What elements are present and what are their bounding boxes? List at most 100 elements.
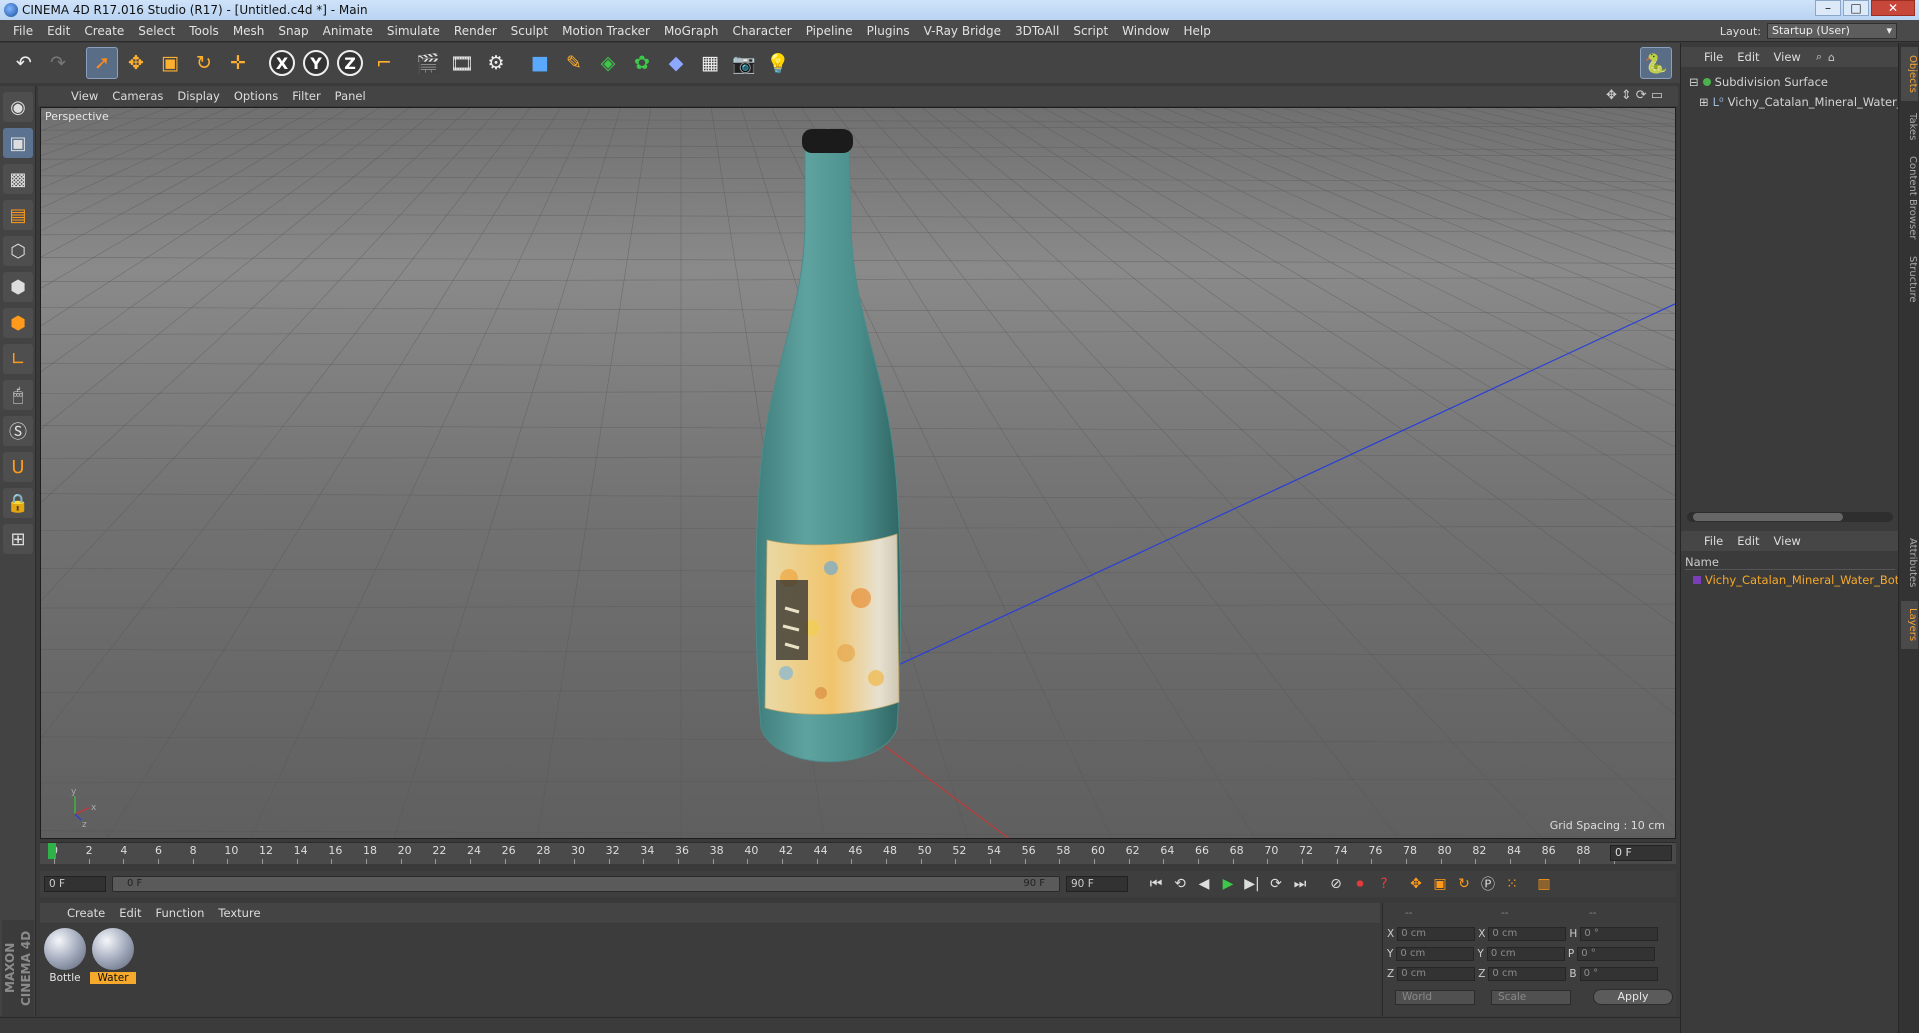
- light-icon[interactable]: 💡: [762, 47, 794, 79]
- autokey-icon[interactable]: ?: [1372, 873, 1396, 895]
- position-z-field[interactable]: 0 cm: [1397, 967, 1476, 981]
- python-icon[interactable]: 🐍: [1640, 47, 1672, 79]
- menu-edit[interactable]: Edit: [40, 20, 77, 42]
- key-scale-icon[interactable]: ▣: [1428, 873, 1452, 895]
- viewport-menu-options[interactable]: Options: [227, 89, 285, 103]
- search-icon[interactable]: ⌕: [1816, 50, 1822, 64]
- menu-script[interactable]: Script: [1066, 20, 1115, 42]
- tab-attributes[interactable]: Attributes: [1901, 531, 1918, 595]
- x-axis-lock-icon[interactable]: X: [266, 47, 298, 79]
- viewport-menu-panel[interactable]: Panel: [328, 89, 373, 103]
- expand-icon[interactable]: ⊟: [1689, 75, 1699, 89]
- coordinate-system-icon[interactable]: ⌐: [368, 47, 400, 79]
- close-button[interactable]: ✕: [1871, 0, 1915, 16]
- material-swatch[interactable]: Bottle: [42, 928, 88, 986]
- tab-structure[interactable]: Structure: [1901, 249, 1918, 309]
- menu-sculpt[interactable]: Sculpt: [504, 20, 555, 42]
- size-x-field[interactable]: 0 cm: [1488, 927, 1567, 941]
- object-item[interactable]: ⊞ L⁰ Vichy_Catalan_Mineral_Water_Bo: [1699, 95, 1917, 109]
- menu-motion-tracker[interactable]: Motion Tracker: [555, 20, 657, 42]
- tweak-mode-icon[interactable]: 🖱: [3, 380, 33, 410]
- object-menu-view[interactable]: View: [1767, 50, 1808, 64]
- rotate-tool-icon[interactable]: ↻: [188, 47, 220, 79]
- size-z-field[interactable]: 0 cm: [1488, 967, 1567, 981]
- goto-start-icon[interactable]: ⏮: [1144, 873, 1168, 895]
- end-frame-field[interactable]: 90 F: [1066, 876, 1128, 892]
- recent-tool-icon[interactable]: ✛: [222, 47, 254, 79]
- maximize-button[interactable]: □: [1843, 0, 1869, 16]
- menu-mograph[interactable]: MoGraph: [657, 20, 726, 42]
- object-manager-scrollbar[interactable]: [1687, 512, 1893, 522]
- viewport-menu-display[interactable]: Display: [170, 89, 226, 103]
- texture-mode-icon[interactable]: ▩: [3, 164, 33, 194]
- planar-workplane-icon[interactable]: ⊞: [3, 524, 33, 554]
- timeline-ruler[interactable]: 0246810121416182022242628303234363840424…: [40, 842, 1676, 864]
- floor-scene-icon[interactable]: ▦: [694, 47, 726, 79]
- key-pla-icon[interactable]: ⁙: [1500, 873, 1524, 895]
- material-menu-function[interactable]: Function: [149, 906, 212, 920]
- material-menu-create[interactable]: Create: [60, 906, 112, 920]
- lock-workplane-icon[interactable]: 🔒: [3, 488, 33, 518]
- rotation-b-field[interactable]: 0 °: [1579, 967, 1658, 981]
- expand-icon[interactable]: ⊞: [1699, 95, 1709, 109]
- redo-icon[interactable]: ↷: [42, 47, 74, 79]
- record-icon[interactable]: ⏺: [1348, 873, 1372, 895]
- next-frame-icon[interactable]: ▶|: [1240, 873, 1264, 895]
- model-mode-icon[interactable]: ▣: [3, 128, 33, 158]
- cube-primitive-icon[interactable]: ■: [524, 47, 556, 79]
- minimize-button[interactable]: –: [1815, 0, 1841, 16]
- play-icon[interactable]: ▶: [1216, 873, 1240, 895]
- make-editable-icon[interactable]: ◉: [3, 92, 33, 122]
- menu-3dtoall[interactable]: 3DToAll: [1008, 20, 1066, 42]
- tab-content-browser[interactable]: Content Browser: [1901, 153, 1918, 243]
- material-menu-texture[interactable]: Texture: [211, 906, 267, 920]
- menu-window[interactable]: Window: [1115, 20, 1176, 42]
- menu-help[interactable]: Help: [1176, 20, 1217, 42]
- home-icon[interactable]: ⌂: [1828, 51, 1835, 64]
- next-key-icon[interactable]: ⟳: [1264, 873, 1288, 895]
- menu-create[interactable]: Create: [77, 20, 131, 42]
- current-frame-field[interactable]: 0 F: [1610, 845, 1672, 861]
- layer-menu-edit[interactable]: Edit: [1730, 534, 1766, 548]
- object-menu-file[interactable]: File: [1697, 50, 1730, 64]
- menu-select[interactable]: Select: [131, 20, 182, 42]
- move-tool-icon[interactable]: ✥: [120, 47, 152, 79]
- menu-simulate[interactable]: Simulate: [380, 20, 447, 42]
- menu-pipeline[interactable]: Pipeline: [799, 20, 860, 42]
- size-y-field[interactable]: 0 cm: [1486, 947, 1565, 961]
- rotation-h-field[interactable]: 0 °: [1580, 927, 1659, 941]
- start-frame-field[interactable]: 0 F: [44, 876, 106, 892]
- edge-mode-icon[interactable]: ⬢: [3, 272, 33, 302]
- undo-icon[interactable]: ↶: [8, 47, 40, 79]
- material-swatch[interactable]: Water: [90, 928, 136, 986]
- prev-key-icon[interactable]: ⟲: [1168, 873, 1192, 895]
- perspective-viewport[interactable]: y x z Perspective Grid Spacing : 10 cm: [40, 107, 1676, 839]
- position-x-field[interactable]: 0 cm: [1397, 927, 1476, 941]
- menu-tools[interactable]: Tools: [182, 20, 226, 42]
- key-rotation-icon[interactable]: ↻: [1452, 873, 1476, 895]
- object-item[interactable]: ⊟ Subdivision Surface: [1689, 75, 1828, 89]
- scale-tool-icon[interactable]: ▣: [154, 47, 186, 79]
- frame-range-slider[interactable]: 0 F 90 F: [112, 876, 1060, 892]
- layer-menu-view[interactable]: View: [1767, 534, 1808, 548]
- polygon-mode-icon[interactable]: ⬢: [3, 308, 33, 338]
- coordinate-space-dropdown[interactable]: World: [1395, 990, 1475, 1005]
- scrollbar-thumb[interactable]: [1693, 513, 1843, 521]
- render-settings-icon[interactable]: ⚙: [480, 47, 512, 79]
- layer-item[interactable]: Vichy_Catalan_Mineral_Water_Bot: [1693, 573, 1899, 587]
- rotation-p-field[interactable]: 0 °: [1577, 947, 1656, 961]
- tab-layers[interactable]: Layers: [1901, 601, 1918, 649]
- viewport-menu-filter[interactable]: Filter: [285, 89, 327, 103]
- timeline-window-icon[interactable]: ▥: [1532, 873, 1556, 895]
- magnet-icon[interactable]: U: [3, 452, 33, 482]
- snap-icon[interactable]: Ⓢ: [3, 416, 33, 446]
- z-axis-lock-icon[interactable]: Z: [334, 47, 366, 79]
- object-menu-edit[interactable]: Edit: [1730, 50, 1766, 64]
- render-view-icon[interactable]: 🎬: [412, 47, 444, 79]
- pan-icon[interactable]: ✥: [1606, 88, 1617, 103]
- point-mode-icon[interactable]: ⬡: [3, 236, 33, 266]
- goto-end-icon[interactable]: ⏭: [1288, 873, 1312, 895]
- menu-vray-bridge[interactable]: V-Ray Bridge: [917, 20, 1008, 42]
- key-parameter-icon[interactable]: Ⓟ: [1476, 873, 1500, 895]
- menu-mesh[interactable]: Mesh: [226, 20, 272, 42]
